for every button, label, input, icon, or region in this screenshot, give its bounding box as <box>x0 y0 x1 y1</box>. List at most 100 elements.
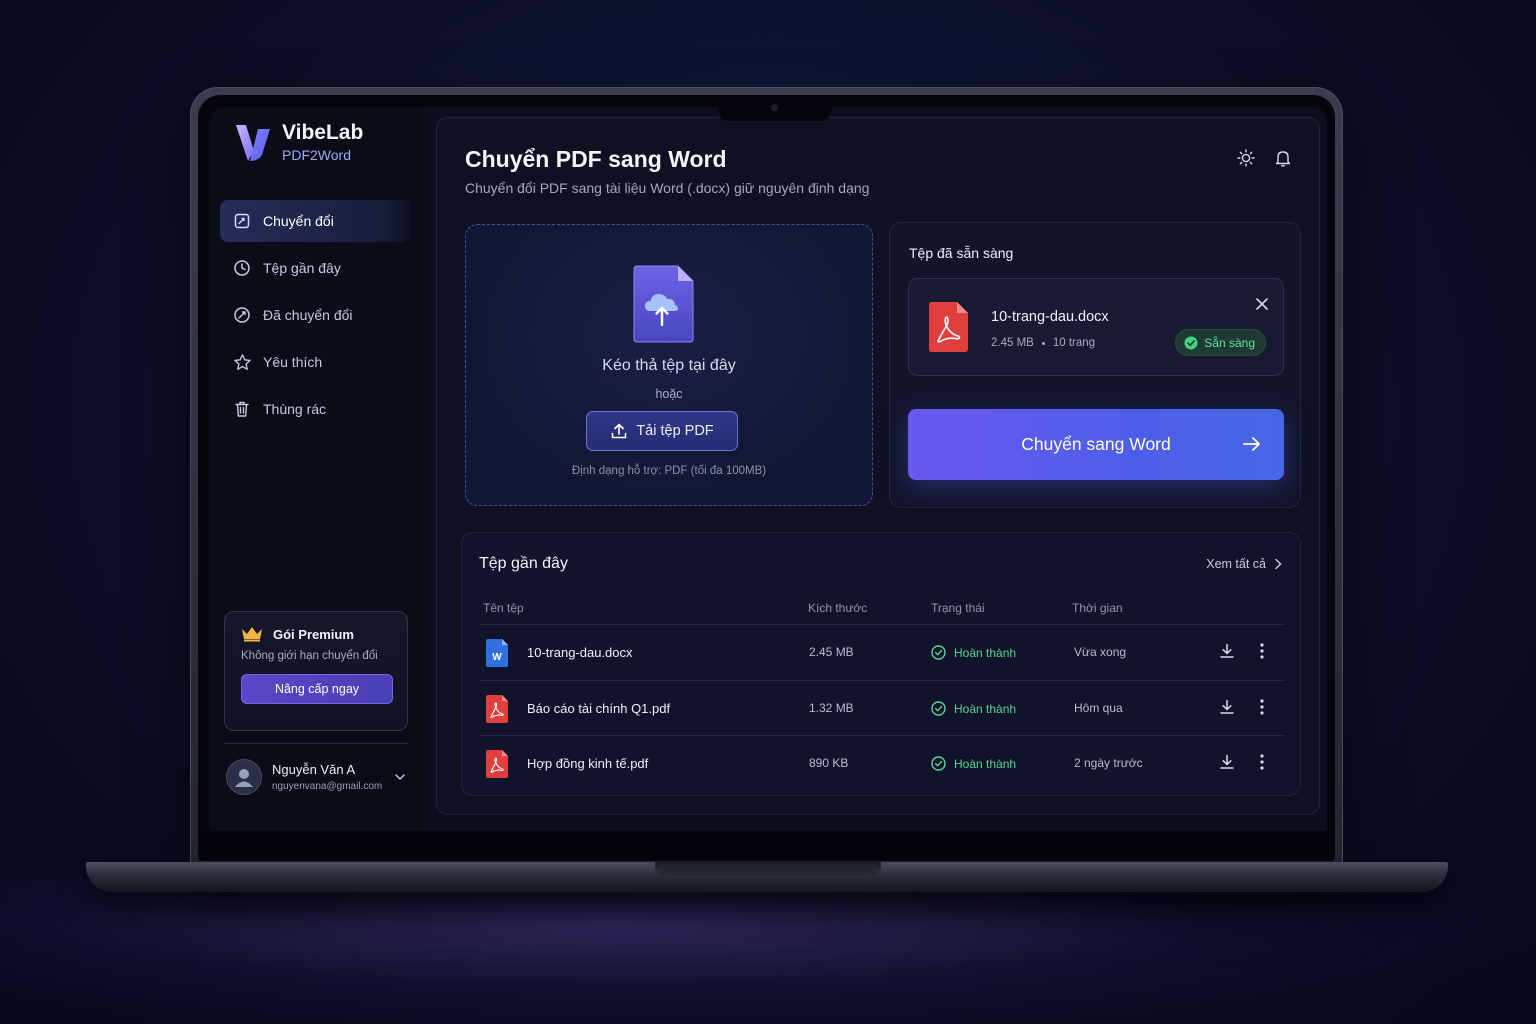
file-status: Hoàn thành <box>931 645 1016 660</box>
file-name: 10-trang-dau.docx <box>527 645 633 660</box>
laptop-base <box>86 862 1448 892</box>
table-row[interactable]: Báo cáo tài chính Q1.pdf 1.32 MB Hoàn th… <box>479 681 1285 736</box>
user-email: nguyenvana@gmail.com <box>272 781 383 792</box>
sidebar-item-convert[interactable]: Chuyển đổi <box>220 200 410 242</box>
screen-bezel: VibeLab PDF2Word Chuyển đổi Tệp gần đây … <box>198 95 1335 861</box>
upgrade-button[interactable]: Nâng cấp ngay <box>241 674 393 704</box>
ready-file-size: 2.45 MB <box>991 337 1034 349</box>
sidebar-item-label: Chuyển đổi <box>263 213 334 229</box>
sidebar: VibeLab PDF2Word Chuyển đổi Tệp gần đây … <box>210 107 424 831</box>
file-name: Hợp đồng kinh tế.pdf <box>527 756 649 771</box>
download-icon[interactable] <box>1219 643 1235 659</box>
svg-text:W: W <box>492 652 502 663</box>
user-name: Nguyễn Văn A <box>272 762 356 777</box>
sidebar-item-recent[interactable]: Tệp gần đây <box>220 247 410 289</box>
column-header-status[interactable]: Trạng thái <box>931 601 985 615</box>
premium-description: Không giới hạn chuyển đổi <box>241 650 378 662</box>
table-row[interactable]: Hợp đồng kinh tế.pdf 890 KB Hoàn thành 2… <box>479 736 1285 791</box>
word-file-icon: W <box>486 639 508 667</box>
brand-subtitle: PDF2Word <box>282 147 351 163</box>
arrow-right-icon <box>1243 437 1260 451</box>
user-profile[interactable]: Nguyễn Văn A nguyenvana@gmail.com <box>226 755 410 799</box>
close-icon[interactable] <box>1255 297 1269 311</box>
download-icon[interactable] <box>1219 754 1235 770</box>
pdf-file-icon <box>486 750 508 778</box>
trash-icon <box>232 399 252 419</box>
sidebar-item-label: Đã chuyển đổi <box>263 307 353 323</box>
dropzone-or: hoặc <box>655 387 683 401</box>
file-size: 890 KB <box>809 756 849 770</box>
recent-files-panel: Tệp gần đây Xem tất cả Tên tệp Kích thướ… <box>461 532 1301 796</box>
upload-dropzone[interactable]: Kéo thả tệp tại đây hoặc Tải tệp PDF Địn… <box>465 224 873 506</box>
upload-button-label: Tải tệp PDF <box>636 423 714 439</box>
crown-icon <box>242 627 262 642</box>
sidebar-nav: Chuyển đổi Tệp gần đây Đã chuyển đổi Yêu… <box>220 200 410 435</box>
check-circle-icon <box>931 756 946 771</box>
column-header-time[interactable]: Thời gian <box>1072 601 1123 615</box>
premium-card: Gói Premium Không giới hạn chuyển đổi Nâ… <box>224 611 408 731</box>
status-badge: Sẵn sàng <box>1175 329 1266 356</box>
floor-glow <box>0 880 1536 1024</box>
upload-icon <box>612 423 627 439</box>
column-header-name[interactable]: Tên tệp <box>483 601 524 615</box>
ready-file-pages: 10 trang <box>1052 337 1096 349</box>
sidebar-item-label: Thùng rác <box>263 401 327 417</box>
file-name: Báo cáo tài chính Q1.pdf <box>527 701 671 716</box>
dropzone-text: Kéo thả tệp tại đây <box>602 357 736 374</box>
check-circle-icon <box>931 645 946 660</box>
sun-icon[interactable] <box>1236 148 1256 168</box>
converted-icon <box>232 305 252 325</box>
table-row[interactable]: W 10-trang-dau.docx 2.45 MB Hoàn thành V… <box>479 625 1285 680</box>
vibelab-logo-icon <box>236 125 270 161</box>
camera-notch <box>718 95 832 121</box>
ready-file-meta: 2.45 MB 10 trang <box>991 337 1095 349</box>
meta-separator <box>1041 341 1045 345</box>
avatar <box>226 759 262 795</box>
see-all-link[interactable]: Xem tất cả <box>1206 557 1282 571</box>
page-subtitle: Chuyển đổi PDF sang tài liệu Word (.docx… <box>465 180 870 196</box>
header-actions <box>1219 148 1293 168</box>
ready-file-panel: Tệp đã sẵn sàng 10-trang-dau.docx 2.45 M… <box>889 222 1301 508</box>
pdf-file-icon <box>929 302 968 352</box>
chevron-right-icon <box>1275 558 1282 570</box>
status-badge-label: Sẵn sàng <box>1204 335 1255 350</box>
column-header-size[interactable]: Kích thước <box>808 601 867 615</box>
cloud-upload-file-icon <box>633 265 694 343</box>
sidebar-item-converted[interactable]: Đã chuyển đổi <box>220 294 410 336</box>
user-icon <box>235 769 253 787</box>
file-size: 2.45 MB <box>809 645 854 659</box>
sidebar-item-trash[interactable]: Thùng rác <box>220 388 410 430</box>
convert-button-label: Chuyển sang Word <box>1021 434 1171 454</box>
brand-name: VibeLab <box>282 121 364 144</box>
star-icon <box>232 352 252 372</box>
brand[interactable]: VibeLab PDF2Word <box>232 121 363 163</box>
status-label: Hoàn thành <box>954 701 1017 716</box>
download-icon[interactable] <box>1219 699 1235 715</box>
more-vertical-icon[interactable] <box>1259 698 1265 716</box>
ready-file-card: 10-trang-dau.docx 2.45 MB 10 trang Sẵn s… <box>908 278 1284 376</box>
laptop-lid: VibeLab PDF2Word Chuyển đổi Tệp gần đây … <box>190 87 1343 867</box>
see-all-label: Xem tất cả <box>1206 557 1266 571</box>
page-title: Chuyển PDF sang Word <box>465 146 727 172</box>
app-screen: VibeLab PDF2Word Chuyển đổi Tệp gần đây … <box>210 107 1327 831</box>
status-label: Hoàn thành <box>954 645 1017 660</box>
check-circle-icon <box>1184 336 1198 349</box>
chevron-down-icon[interactable] <box>394 771 406 783</box>
file-time: Hôm qua <box>1074 701 1123 715</box>
camera-icon <box>771 104 778 111</box>
file-time: Vừa xong <box>1074 645 1127 659</box>
sidebar-item-favorites[interactable]: Yêu thích <box>220 341 410 383</box>
upload-pdf-button[interactable]: Tải tệp PDF <box>586 411 738 451</box>
upload-format-note: Định dạng hỗ trợ: PDF (tối đa 100MB) <box>571 465 767 477</box>
convert-icon <box>232 211 252 231</box>
more-vertical-icon[interactable] <box>1259 642 1265 660</box>
bell-icon[interactable] <box>1273 148 1293 168</box>
sidebar-item-label: Tệp gần đây <box>263 260 341 276</box>
sidebar-item-label: Yêu thích <box>263 354 323 370</box>
premium-title: Gói Premium <box>273 626 354 642</box>
pdf-file-icon <box>486 695 508 723</box>
laptop-base-notch <box>655 862 881 878</box>
more-vertical-icon[interactable] <box>1259 753 1265 771</box>
file-status: Hoàn thành <box>931 701 1016 716</box>
convert-to-word-button[interactable]: Chuyển sang Word <box>908 409 1284 480</box>
